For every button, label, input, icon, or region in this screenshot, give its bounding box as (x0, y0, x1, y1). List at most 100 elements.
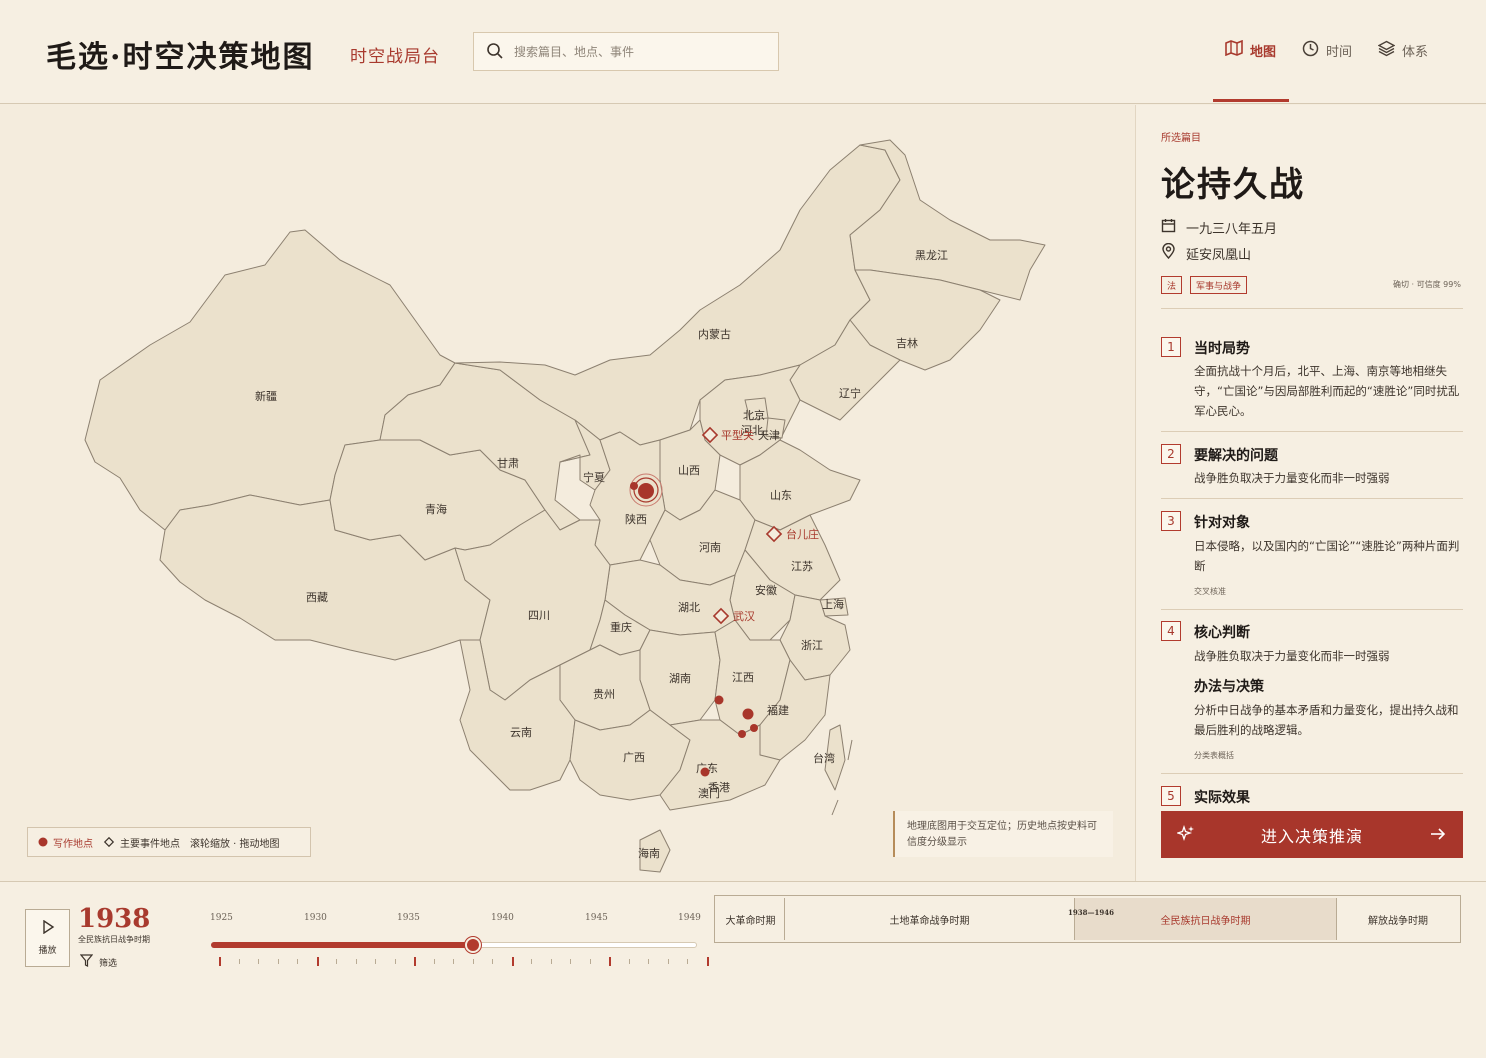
step-2-body: 战争胜负取决于力量变化而非一时强弱 (1194, 471, 1390, 485)
tab-map-label: 地图 (1250, 44, 1277, 60)
search-box[interactable] (473, 32, 779, 71)
minor-tick (238, 959, 240, 964)
minor-tick (531, 959, 532, 964)
china-map[interactable]: 新疆 西藏 青海 甘肃 内蒙古 黑龙江 吉林 辽宁 北京 河北 天津 山西 山东… (0, 105, 1135, 881)
label-shanxi: 山西 (678, 464, 700, 477)
map-icon (1225, 39, 1243, 60)
tab-time-label: 时间 (1326, 44, 1353, 60)
step-1-title: 当时局势 (1194, 341, 1250, 357)
period-anti-japanese[interactable]: 全民族抗日战争时期 (1075, 898, 1337, 940)
divider (1161, 773, 1463, 774)
minor-tick (570, 959, 571, 964)
step-5-number: 5 (1161, 786, 1181, 806)
step-4-subbody: 分析中日战争的基本矛盾和力量变化，提出持久战和最后胜利的战略逻辑。 (1194, 703, 1459, 737)
label-hubei: 湖北 (678, 601, 700, 614)
location-pin-icon (1161, 242, 1176, 263)
label-chongqing: 重庆 (610, 620, 632, 634)
step-1-body: 全面抗战十个月后，北平、上海、南京等地相继失守，“亡国论”与因局部胜利而起的“速… (1194, 364, 1460, 418)
period-strip: 大革命时期 土地革命战争时期 全民族抗日战争时期 解放战争时期 (714, 895, 1461, 943)
filter-icon (79, 954, 94, 970)
label-henan: 河南 (699, 541, 721, 554)
tick-label: 1935 (397, 913, 420, 923)
minor-tick (687, 959, 688, 964)
label-gansu: 甘肃 (497, 457, 519, 470)
period-liberation[interactable]: 解放战争时期 (1337, 898, 1459, 940)
event-marker-taierzhuang[interactable]: 台儿庄 (765, 525, 819, 543)
article-title: 论持久战 (1161, 165, 1305, 205)
tag-military[interactable]: 军事与战争 (1190, 276, 1248, 294)
timeline-slider-fill (211, 942, 474, 948)
label-heilongjiang: 黑龙江 (915, 249, 948, 262)
play-button[interactable]: 播放 (25, 909, 70, 967)
tab-map[interactable]: 地图 (1225, 38, 1276, 62)
step-4-body: 战争胜负取决于力量变化而非一时强弱 (1194, 649, 1390, 663)
event-label-pingxingguan: 平型关 (721, 428, 754, 442)
minor-tick (258, 959, 259, 964)
event-marker-wuhan[interactable]: 武汉 (712, 607, 755, 625)
legend-writing-location-label: 写作地点 (53, 838, 93, 850)
divider (1161, 498, 1463, 499)
app-subtitle: 时空战局台 (350, 47, 440, 67)
label-jiangsu: 江苏 (791, 560, 813, 573)
step-4-title: 核心判断 (1194, 625, 1250, 641)
label-jiangxi: 江西 (732, 671, 754, 684)
current-year: 1938 (78, 904, 151, 934)
diamond-icon (103, 836, 115, 848)
label-qinghai: 青海 (425, 502, 447, 516)
major-tick (414, 957, 416, 966)
clock-icon (1302, 40, 1319, 61)
search-icon (486, 42, 504, 64)
major-tick (316, 957, 319, 966)
event-marker-pingxingguan[interactable]: 平型关 (701, 426, 754, 444)
label-xizang: 西藏 (306, 591, 328, 604)
enter-simulation-button[interactable]: 进入决策推演 (1161, 811, 1463, 858)
article-date: 一九三八年五月 (1161, 218, 1277, 237)
timeline-slider-thumb[interactable] (465, 937, 482, 953)
tag-fa[interactable]: 法 (1161, 276, 1183, 294)
filter-button[interactable]: 筛选 (79, 954, 117, 970)
minor-tick (336, 959, 337, 964)
major-tick (609, 957, 611, 966)
label-sichuan: 四川 (528, 609, 550, 622)
minor-tick (297, 959, 298, 964)
legend-hint: 滚轮缩放 · 拖动地图 (190, 838, 280, 850)
label-guangxi: 广西 (623, 751, 645, 764)
minor-tick (472, 959, 474, 964)
current-period: 全民族抗日战争时期 (78, 935, 150, 944)
period-great-revolution[interactable]: 大革命时期 (717, 898, 785, 940)
article-location: 延安凤凰山 (1161, 242, 1251, 263)
map-area[interactable]: 新疆 西藏 青海 甘肃 内蒙古 黑龙江 吉林 辽宁 北京 河北 天津 山西 山东… (0, 105, 1135, 881)
map-note: 地理底图用于交互定位；历史地点按史料可信度分级显示 (893, 811, 1113, 857)
step-3-number: 3 (1161, 511, 1181, 531)
search-input[interactable] (514, 41, 764, 63)
event-label-wuhan: 武汉 (733, 610, 755, 623)
minor-tick (589, 959, 591, 964)
step-2-number: 2 (1161, 444, 1181, 464)
tab-system[interactable]: 体系 (1377, 38, 1428, 62)
major-tick (219, 957, 221, 966)
label-anhui: 安徽 (755, 583, 777, 597)
tab-time[interactable]: 时间 (1302, 38, 1352, 62)
legend-main-event-label: 主要事件地点 (120, 838, 180, 850)
step-1-number: 1 (1161, 337, 1181, 357)
divider (1161, 609, 1463, 610)
label-hunan: 湖南 (669, 672, 691, 685)
tick-label: 1945 (585, 913, 608, 923)
active-tab-indicator (1213, 99, 1289, 102)
label-tianjin: 天津 (758, 429, 780, 442)
minor-tick (433, 959, 435, 964)
period-land-revolution[interactable]: 土地革命战争时期 (785, 898, 1075, 940)
minor-tick (628, 959, 630, 964)
dot-icon (38, 837, 48, 847)
label-fujian: 福建 (767, 703, 789, 717)
play-label: 播放 (38, 946, 57, 956)
app-title: 毛选·时空决策地图 (46, 40, 315, 75)
minor-tick (394, 959, 396, 964)
label-hainan: 海南 (638, 846, 660, 860)
label-ningxia: 宁夏 (583, 470, 605, 484)
layers-icon (1377, 40, 1396, 61)
label-shandong: 山东 (770, 489, 792, 502)
label-guizhou: 贵州 (593, 688, 615, 701)
step-2-title: 要解决的问题 (1194, 448, 1278, 464)
arrow-right-icon (1429, 825, 1447, 847)
